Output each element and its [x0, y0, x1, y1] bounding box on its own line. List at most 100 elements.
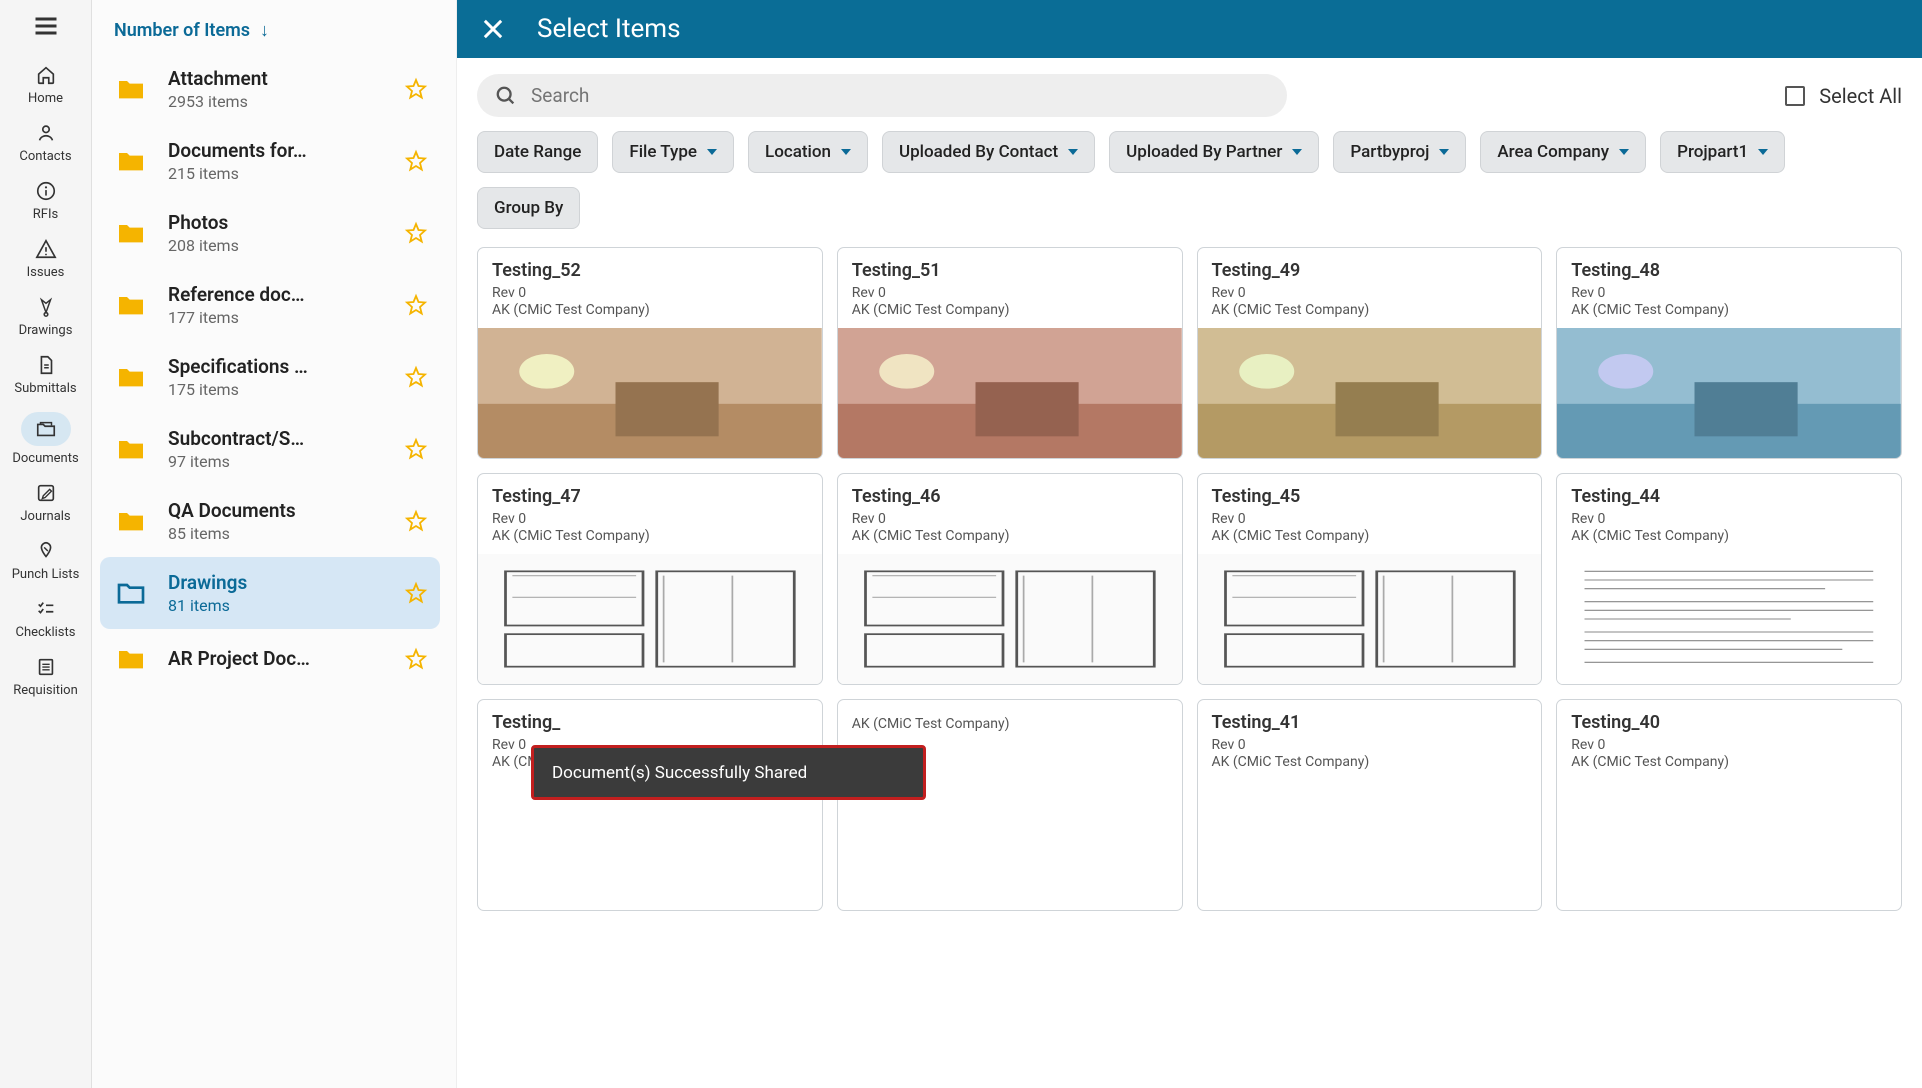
filter-chip-location[interactable]: Location [748, 131, 868, 173]
menu-button[interactable] [32, 12, 60, 32]
document-card[interactable]: Testing_52 Rev 0 AK (CMiC Test Company) [477, 247, 823, 459]
nav-item-requisition[interactable]: Requisition [6, 648, 86, 706]
document-card[interactable]: Testing_51 Rev 0 AK (CMiC Test Company) [837, 247, 1183, 459]
star-icon[interactable] [404, 149, 428, 173]
nav-item-contacts[interactable]: Contacts [6, 114, 86, 172]
nav-item-journals[interactable]: Journals [6, 474, 86, 532]
close-button[interactable] [479, 15, 507, 43]
sort-label: Number of Items [114, 20, 250, 41]
info-icon [35, 180, 57, 202]
chip-label: Partbyproj [1350, 142, 1429, 162]
document-card[interactable]: Testing_41 Rev 0 AK (CMiC Test Company) [1197, 699, 1543, 911]
card-title: Testing_52 [492, 260, 808, 281]
filter-chip-uploaded-by-contact[interactable]: Uploaded By Contact [882, 131, 1095, 173]
nav-label: Punch Lists [12, 567, 80, 582]
folder-row[interactable]: Photos208 items [100, 197, 440, 269]
nav-item-issues[interactable]: Issues [6, 230, 86, 288]
search-box[interactable] [477, 74, 1287, 117]
folder-count: 177 items [168, 308, 394, 327]
nav-item-documents[interactable]: Documents [6, 404, 86, 474]
chevron-down-icon [1619, 149, 1629, 155]
card-rev: Rev 0 [852, 511, 1168, 527]
document-grid-wrap[interactable]: Testing_52 Rev 0 AK (CMiC Test Company) … [457, 241, 1922, 1088]
document-card[interactable]: Testing_44 Rev 0 AK (CMiC Test Company) [1556, 473, 1902, 685]
folder-row[interactable]: AR Project Doc… [100, 629, 440, 689]
document-card[interactable]: Testing_48 Rev 0 AK (CMiC Test Company) [1556, 247, 1902, 459]
star-icon[interactable] [404, 221, 428, 245]
star-icon[interactable] [404, 437, 428, 461]
filter-chip-area-company[interactable]: Area Company [1480, 131, 1646, 173]
chevron-down-icon [707, 149, 717, 155]
nav-label: Issues [27, 265, 65, 280]
compass-icon [35, 296, 57, 318]
folder-icon [112, 73, 150, 105]
folder-icon [112, 505, 150, 537]
document-card[interactable]: Testing_49 Rev 0 AK (CMiC Test Company) [1197, 247, 1543, 459]
folder-name: Photos [168, 211, 394, 234]
folder-row[interactable]: Drawings81 items [100, 557, 440, 629]
folder-icon [112, 643, 150, 675]
nav-item-checklists[interactable]: Checklists [6, 590, 86, 648]
nav-label: Requisition [13, 683, 78, 698]
card-rev: Rev 0 [492, 511, 808, 527]
folder-name: QA Documents [168, 499, 394, 522]
card-title: Testing_40 [1571, 712, 1887, 733]
document-card[interactable]: Testing_40 Rev 0 AK (CMiC Test Company) [1556, 699, 1902, 911]
card-rev: Rev 0 [1571, 511, 1887, 527]
document-card[interactable]: AK (CMiC Test Company) [837, 699, 1183, 911]
filter-chip-group-by[interactable]: Group By [477, 187, 580, 229]
folder-row[interactable]: Subcontract/S…97 items [100, 413, 440, 485]
chip-label: Projpart1 [1677, 142, 1748, 162]
document-card[interactable]: Testing_46 Rev 0 AK (CMiC Test Company) [837, 473, 1183, 685]
filter-chip-uploaded-by-partner[interactable]: Uploaded By Partner [1109, 131, 1319, 173]
nav-item-drawings[interactable]: Drawings [6, 288, 86, 346]
select-all-checkbox[interactable] [1785, 86, 1805, 106]
star-icon[interactable] [404, 647, 428, 671]
folder-name: AR Project Doc… [168, 647, 394, 670]
card-company: AK (CMiC Test Company) [1571, 528, 1887, 544]
list-icon [35, 656, 57, 678]
folder-icon [112, 577, 150, 609]
card-company: AK (CMiC Test Company) [1212, 754, 1528, 770]
folder-icon [35, 418, 57, 440]
nav-item-punch-lists[interactable]: Punch Lists [6, 532, 86, 590]
card-rev: Rev 0 [1212, 511, 1528, 527]
filter-chip-file-type[interactable]: File Type [612, 131, 734, 173]
nav-item-rfis[interactable]: RFIs [6, 172, 86, 230]
nav-item-home[interactable]: Home [6, 56, 86, 114]
star-icon[interactable] [404, 77, 428, 101]
card-rev: Rev 0 [1212, 737, 1528, 753]
document-card[interactable]: Testing_45 Rev 0 AK (CMiC Test Company) [1197, 473, 1543, 685]
main-header: Select Items [457, 0, 1922, 58]
sort-header[interactable]: Number of Items ↓ [92, 0, 456, 49]
nav-item-submittals[interactable]: Submittals [6, 346, 86, 404]
folder-row[interactable]: QA Documents85 items [100, 485, 440, 557]
folder-row[interactable]: Attachment2953 items [100, 53, 440, 125]
chevron-down-icon [1068, 149, 1078, 155]
folder-name: Drawings [168, 571, 394, 594]
star-icon[interactable] [404, 581, 428, 605]
warning-icon [35, 238, 57, 260]
document-card[interactable]: Testing_47 Rev 0 AK (CMiC Test Company) [477, 473, 823, 685]
star-icon[interactable] [404, 293, 428, 317]
filter-chip-partbyproj[interactable]: Partbyproj [1333, 131, 1466, 173]
filter-chip-date-range[interactable]: Date Range [477, 131, 598, 173]
nav-label: Contacts [19, 149, 71, 164]
star-icon[interactable] [404, 509, 428, 533]
search-input[interactable] [531, 84, 1269, 107]
tag-icon [35, 540, 57, 562]
folder-row[interactable]: Documents for…215 items [100, 125, 440, 197]
folder-icon [112, 145, 150, 177]
card-title: Testing_44 [1571, 486, 1887, 507]
folder-name: Subcontract/S… [168, 427, 394, 450]
sidebar: Home Contacts RFIs Issues DrawingsSubmittals… [0, 0, 92, 1088]
document-card[interactable]: Testing_ Rev 0 AK (CMiC Test Company) [477, 699, 823, 911]
folder-row[interactable]: Reference doc…177 items [100, 269, 440, 341]
folder-count: 215 items [168, 164, 394, 183]
filter-chip-projpart1[interactable]: Projpart1 [1660, 131, 1785, 173]
star-icon[interactable] [404, 365, 428, 389]
card-company: AK (CMiC Test Company) [492, 302, 808, 318]
card-company: AK (CMiC Test Company) [852, 302, 1168, 318]
folder-row[interactable]: Specifications …175 items [100, 341, 440, 413]
folder-count: 175 items [168, 380, 394, 399]
